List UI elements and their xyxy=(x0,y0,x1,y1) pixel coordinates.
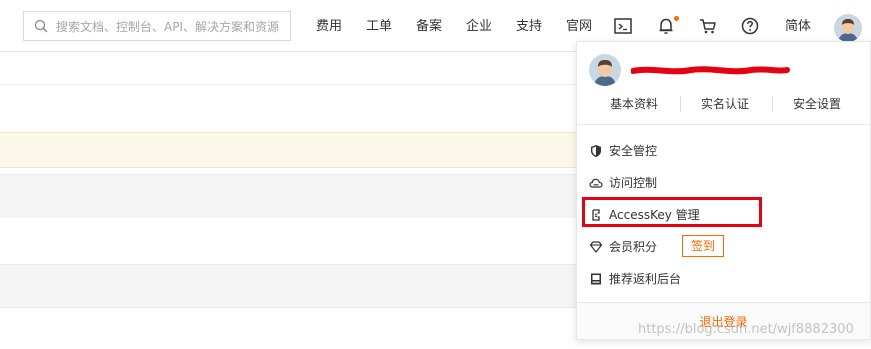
checkin-button[interactable]: 签到 xyxy=(682,235,724,257)
highlight-box xyxy=(582,197,762,227)
language-switch[interactable]: 简体 xyxy=(785,18,811,36)
security-settings-link[interactable]: 安全设置 xyxy=(793,96,841,112)
nav-enterprise[interactable]: 企业 xyxy=(466,18,492,36)
search-icon xyxy=(34,19,48,33)
bell-icon[interactable] xyxy=(656,16,676,36)
help-icon[interactable] xyxy=(740,16,760,36)
search-input[interactable]: 搜索文档、控制台、API、解决方案和资源 xyxy=(56,19,286,35)
terminal-icon[interactable] xyxy=(613,16,633,36)
account-links: 基本资料 实名认证 安全设置 xyxy=(577,92,870,118)
menu-item-label: 推荐返利后台 xyxy=(609,272,682,286)
menu-item-label: 会员积分 xyxy=(609,240,658,254)
avatar[interactable] xyxy=(834,14,862,42)
nav-tickets[interactable]: 工单 xyxy=(366,18,392,36)
link-separator xyxy=(772,96,773,112)
table-row xyxy=(0,264,580,308)
watermark: https://blog.csdn.net/wjf8882300 xyxy=(638,322,854,337)
notice-bar xyxy=(0,132,580,168)
search-box[interactable]: 搜索文档、控制台、API、解决方案和资源 xyxy=(23,11,291,41)
nav-billing[interactable]: 费用 xyxy=(316,18,342,36)
notification-dot xyxy=(674,16,679,21)
avatar xyxy=(589,54,621,86)
menu-item-label: 访问控制 xyxy=(609,176,658,190)
account-dropdown: 基本资料 实名认证 安全设置 安全管控 访问控制 AccessKey 管理 会员… xyxy=(576,41,871,340)
link-separator xyxy=(680,96,681,112)
nav-icp-filing[interactable]: 备案 xyxy=(416,18,442,36)
diamond-icon xyxy=(589,241,603,253)
nav-official-site[interactable]: 官网 xyxy=(566,18,592,36)
content-divider xyxy=(0,84,580,85)
nav-support[interactable]: 支持 xyxy=(516,18,542,36)
profile-link[interactable]: 基本资料 xyxy=(610,96,658,112)
book-icon xyxy=(591,273,601,285)
cloud-icon xyxy=(589,178,603,188)
dropdown-divider xyxy=(577,124,870,125)
username-redacted xyxy=(631,66,790,75)
cart-icon[interactable] xyxy=(698,16,718,36)
shield-icon xyxy=(591,145,601,157)
menu-item-label: 安全管控 xyxy=(609,144,658,158)
real-name-auth-link[interactable]: 实名认证 xyxy=(701,96,749,112)
table-row xyxy=(0,174,580,218)
